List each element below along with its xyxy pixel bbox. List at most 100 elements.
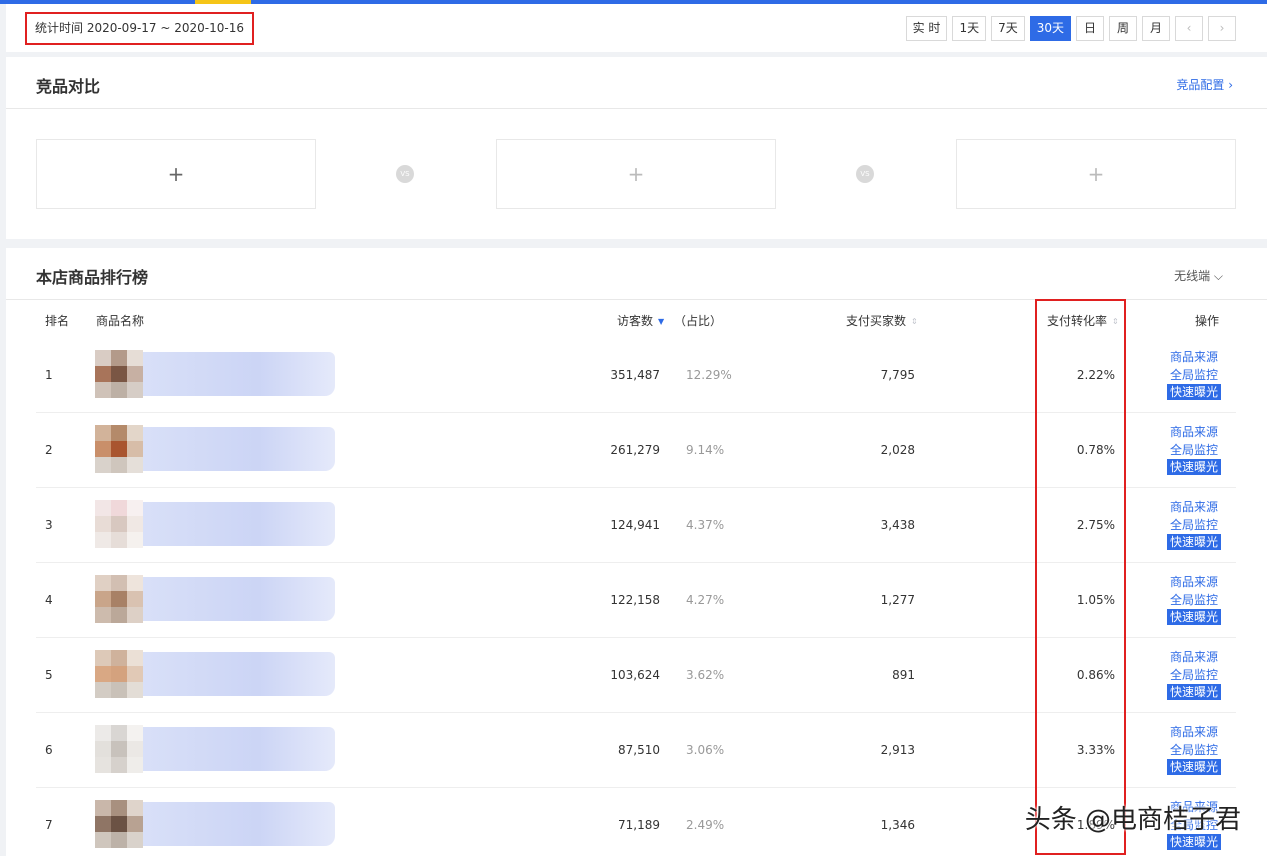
add-competitor-slot-1[interactable]: + bbox=[36, 139, 316, 209]
pixel-block bbox=[111, 757, 127, 773]
fast-exposure-button[interactable]: 快速曝光 bbox=[1166, 459, 1221, 475]
row-actions: 商品来源 全局监控 快速曝光 bbox=[1164, 348, 1224, 400]
product-name-blurred[interactable] bbox=[143, 427, 335, 471]
add-competitor-slot-3[interactable]: + bbox=[956, 139, 1236, 209]
pixel-block bbox=[95, 575, 111, 591]
pixel-block bbox=[127, 682, 143, 698]
global-monitor-link[interactable]: 全局监控 bbox=[1164, 366, 1224, 384]
pixel-block bbox=[127, 725, 143, 741]
competitor-config-link[interactable]: 竞品配置 › bbox=[1176, 76, 1233, 93]
fast-exposure-button[interactable]: 快速曝光 bbox=[1166, 759, 1221, 775]
product-thumbnail[interactable] bbox=[95, 575, 143, 623]
fast-exposure-button[interactable]: 快速曝光 bbox=[1166, 834, 1221, 850]
pixel-block bbox=[111, 500, 127, 516]
prev-period-button[interactable]: ‹ bbox=[1175, 16, 1203, 41]
pixel-block bbox=[95, 650, 111, 666]
fast-exposure-button[interactable]: 快速曝光 bbox=[1166, 384, 1221, 400]
pixel-block bbox=[111, 800, 127, 816]
pixel-block bbox=[111, 516, 127, 532]
share-cell: 2.49% bbox=[686, 818, 725, 832]
buyers-cell: 7,795 bbox=[880, 368, 915, 382]
row-actions: 商品来源 全局监控 快速曝光 bbox=[1164, 573, 1224, 625]
product-name-blurred[interactable] bbox=[143, 352, 335, 396]
competitor-compare-panel: 竞品对比 竞品配置 › + VS + VS + bbox=[6, 57, 1267, 239]
pixel-block bbox=[95, 500, 111, 516]
product-thumbnail[interactable] bbox=[95, 650, 143, 698]
product-thumbnail[interactable] bbox=[95, 725, 143, 773]
visitors-cell: 261,279 bbox=[610, 443, 660, 457]
period-week-button[interactable]: 周 bbox=[1109, 16, 1137, 41]
global-monitor-link[interactable]: 全局监控 bbox=[1164, 591, 1224, 609]
product-thumbnail[interactable] bbox=[95, 425, 143, 473]
product-source-link[interactable]: 商品来源 bbox=[1164, 723, 1224, 741]
sort-icon: ⇕ bbox=[911, 317, 918, 326]
product-name-blurred[interactable] bbox=[143, 727, 335, 771]
col-action: 操作 bbox=[1195, 314, 1220, 328]
vs-badge: VS bbox=[856, 165, 874, 183]
visitors-cell: 71,189 bbox=[618, 818, 660, 832]
col-buyers-header[interactable]: 支付买家数 ⇕ bbox=[846, 312, 918, 329]
share-cell: 3.62% bbox=[686, 668, 725, 682]
visitors-cell: 124,941 bbox=[610, 518, 660, 532]
product-name-blurred[interactable] bbox=[143, 652, 335, 696]
global-monitor-link[interactable]: 全局监控 bbox=[1164, 441, 1224, 459]
pixel-block bbox=[111, 816, 127, 832]
product-source-link[interactable]: 商品来源 bbox=[1164, 573, 1224, 591]
period-month-button[interactable]: 月 bbox=[1142, 16, 1170, 41]
product-source-link[interactable]: 商品来源 bbox=[1164, 648, 1224, 666]
period-1day-button[interactable]: 1天 bbox=[952, 16, 987, 41]
global-monitor-link[interactable]: 全局监控 bbox=[1164, 666, 1224, 684]
pixel-block bbox=[111, 607, 127, 623]
date-range-label: 统计时间 2020-09-17 ~ 2020-10-16 bbox=[25, 12, 254, 45]
fast-exposure-button[interactable]: 快速曝光 bbox=[1166, 684, 1221, 700]
date-toolbar: 统计时间 2020-09-17 ~ 2020-10-16 实 时 1天 7天 3… bbox=[6, 4, 1267, 52]
product-source-link[interactable]: 商品来源 bbox=[1164, 498, 1224, 516]
product-source-link[interactable]: 商品来源 bbox=[1164, 348, 1224, 366]
period-day-button[interactable]: 日 bbox=[1076, 16, 1104, 41]
buyers-cell: 2,028 bbox=[880, 443, 915, 457]
fast-exposure-button[interactable]: 快速曝光 bbox=[1166, 534, 1221, 550]
pixel-block bbox=[95, 516, 111, 532]
add-competitor-slot-2[interactable]: + bbox=[496, 139, 776, 209]
rank-cell: 2 bbox=[45, 443, 53, 457]
pixel-block bbox=[111, 725, 127, 741]
visitors-cell: 351,487 bbox=[610, 368, 660, 382]
pixel-block bbox=[127, 441, 143, 457]
next-period-button[interactable]: › bbox=[1208, 16, 1236, 41]
pixel-block bbox=[111, 382, 127, 398]
col-share: （占比） bbox=[674, 314, 723, 328]
fast-exposure-button[interactable]: 快速曝光 bbox=[1166, 609, 1221, 625]
period-30day-button[interactable]: 30天 bbox=[1029, 16, 1071, 41]
buyers-cell: 2,913 bbox=[880, 743, 915, 757]
global-monitor-link[interactable]: 全局监控 bbox=[1164, 516, 1224, 534]
pixel-block bbox=[127, 650, 143, 666]
buyers-cell: 1,346 bbox=[880, 818, 915, 832]
pixel-block bbox=[95, 366, 111, 382]
pixel-block bbox=[95, 532, 111, 548]
vs-badge: VS bbox=[396, 165, 414, 183]
period-7day-button[interactable]: 7天 bbox=[991, 16, 1025, 41]
pixel-block bbox=[95, 666, 111, 682]
rank-cell: 1 bbox=[45, 368, 53, 382]
pixel-block bbox=[95, 591, 111, 607]
pixel-block bbox=[127, 366, 143, 382]
global-monitor-link[interactable]: 全局监控 bbox=[1164, 741, 1224, 759]
product-name-blurred[interactable] bbox=[143, 577, 335, 621]
product-thumbnail[interactable] bbox=[95, 500, 143, 548]
channel-dropdown[interactable]: 无线端 ⌵ bbox=[1174, 267, 1223, 284]
col-visitors-header[interactable]: 访客数 ▼ bbox=[617, 312, 664, 329]
product-name-blurred[interactable] bbox=[143, 802, 335, 846]
product-source-link[interactable]: 商品来源 bbox=[1164, 423, 1224, 441]
share-cell: 9.14% bbox=[686, 443, 725, 457]
pixel-block bbox=[95, 607, 111, 623]
col-name: 商品名称 bbox=[96, 314, 145, 328]
pixel-block bbox=[95, 800, 111, 816]
product-thumbnail[interactable] bbox=[95, 800, 143, 848]
buyers-cell: 891 bbox=[892, 668, 915, 682]
pixel-block bbox=[95, 382, 111, 398]
product-thumbnail[interactable] bbox=[95, 350, 143, 398]
product-name-blurred[interactable] bbox=[143, 502, 335, 546]
row-actions: 商品来源 全局监控 快速曝光 bbox=[1164, 423, 1224, 475]
period-realtime-button[interactable]: 实 时 bbox=[905, 16, 948, 41]
rank-cell: 5 bbox=[45, 668, 53, 682]
